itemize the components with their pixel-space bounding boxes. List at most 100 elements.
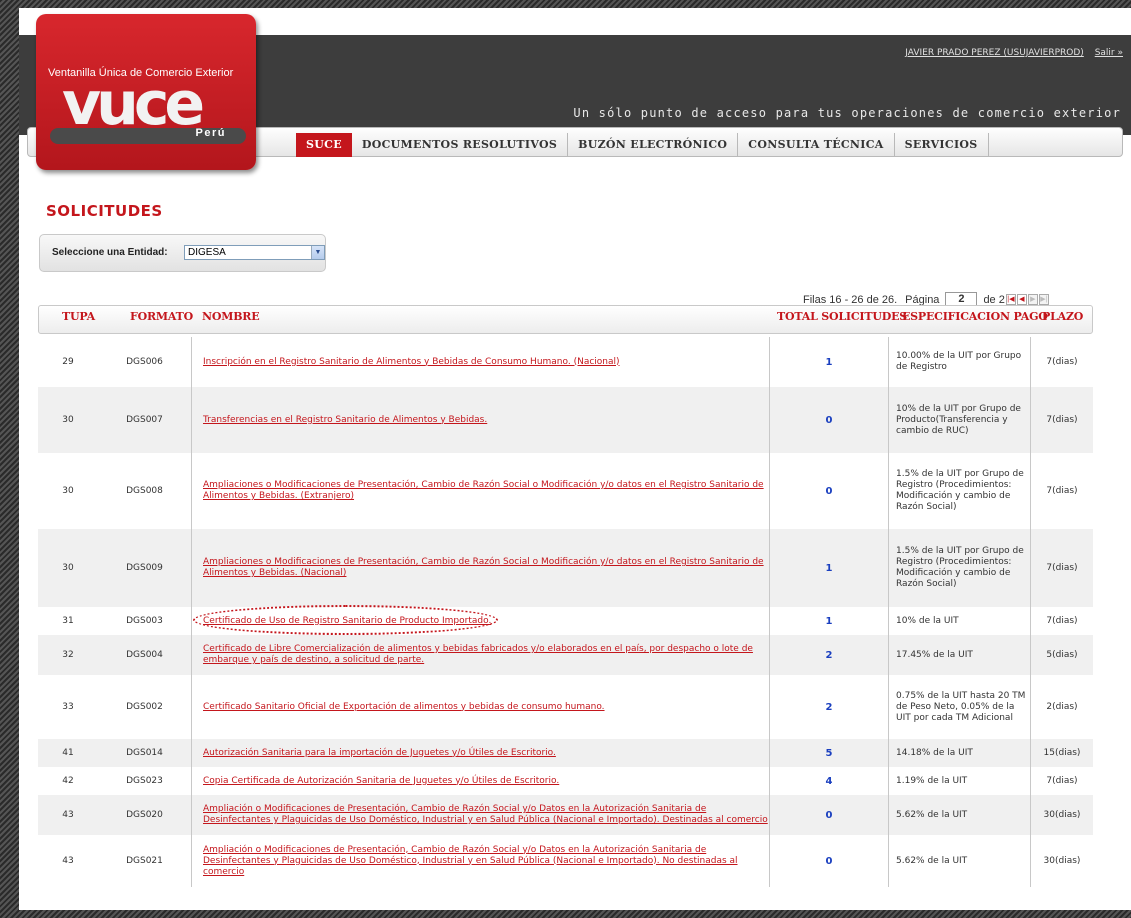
request-link[interactable]: Autorización Sanitaria para la importaci… xyxy=(203,748,556,759)
cell-spec: 1.19% de la UIT xyxy=(896,775,968,786)
user-links: JAVIER PRADO PEREZ (USUJAVIERPROD) Salir… xyxy=(905,48,1123,58)
cell-total: 0 xyxy=(769,835,889,887)
pager-page-label: Página xyxy=(905,293,940,306)
cell-tupa: 31 xyxy=(62,616,74,626)
cell-nombre: Certificado de Libre Comercialización de… xyxy=(203,635,768,675)
cell-plazo: 2(dias) xyxy=(1030,675,1093,739)
cell-nombre: Ampliaciones o Modificaciones de Present… xyxy=(203,453,768,529)
cell-nombre: Certificado de Uso de Registro Sanitario… xyxy=(203,607,768,635)
nav-item-buzon-electronico[interactable]: BUZÓN ELECTRÓNICO xyxy=(568,133,739,157)
nav-item-consulta-tecnica[interactable]: CONSULTA TÉCNICA xyxy=(738,133,895,157)
cell-tupa: 30 xyxy=(62,486,74,496)
col-header-tupa[interactable]: TUPA xyxy=(62,310,95,323)
cell-tupa: 33 xyxy=(62,702,74,712)
table-row: 42 DGS023 Copia Certificada de Autorizac… xyxy=(38,767,1093,795)
table-row: 30 DGS008 Ampliaciones o Modificaciones … xyxy=(38,453,1093,529)
requests-table: 29 DGS006 Inscripción en el Registro San… xyxy=(38,337,1093,887)
col-header-plazo[interactable]: PLAZO xyxy=(1042,310,1083,323)
cell-spec: 10% de la UIT por Grupo de Producto(Tran… xyxy=(896,403,1021,436)
cell-nombre: Ampliación o Modificaciones de Presentac… xyxy=(203,795,768,835)
cell-nombre: Inscripción en el Registro Sanitario de … xyxy=(203,337,768,387)
page-title: SOLICITUDES xyxy=(46,202,163,220)
request-link[interactable]: Ampliaciones o Modificaciones de Present… xyxy=(203,480,768,502)
nav-item-servicios[interactable]: SERVICIOS xyxy=(895,133,989,157)
col-header-nombre[interactable]: NOMBRE xyxy=(202,310,260,323)
header-tagline: Un sólo punto de acceso para tus operaci… xyxy=(573,106,1121,120)
vuce-logo[interactable]: Ventanilla Única de Comercio Exterior vu… xyxy=(36,14,256,170)
first-page-icon[interactable]: |◀ xyxy=(1005,294,1016,305)
cell-total: 1 xyxy=(769,529,889,607)
cell-spec: 1.5% de la UIT por Grupo de Registro (Pr… xyxy=(896,546,1024,589)
cell-total: 5 xyxy=(769,739,889,767)
cell-formato: DGS007 xyxy=(98,387,192,453)
main-nav: SUCE DOCUMENTOS RESOLUTIVOS BUZÓN ELECTR… xyxy=(296,133,989,157)
prev-page-icon[interactable]: ◀ xyxy=(1016,294,1027,305)
cell-nombre: Autorización Sanitaria para la importaci… xyxy=(203,739,768,767)
table-row: 30 DGS009 Ampliaciones o Modificaciones … xyxy=(38,529,1093,607)
cell-total: 4 xyxy=(769,767,889,795)
cell-total: 2 xyxy=(769,675,889,739)
table-row: 41 DGS014 Autorización Sanitaria para la… xyxy=(38,739,1093,767)
cell-plazo: 7(dias) xyxy=(1030,607,1093,635)
nav-item-documentos-resolutivos[interactable]: DOCUMENTOS RESOLUTIVOS xyxy=(352,133,569,157)
request-link[interactable]: Ampliaciones o Modificaciones de Present… xyxy=(203,557,768,579)
cell-plazo: 15(dias) xyxy=(1030,739,1093,767)
cell-tupa: 30 xyxy=(62,415,74,425)
chevron-down-icon[interactable]: ▼ xyxy=(311,246,324,259)
cell-tupa: 29 xyxy=(62,357,74,367)
cell-spec: 5.62% de la UIT xyxy=(896,809,968,820)
cell-total: 1 xyxy=(769,607,889,635)
cell-total: 0 xyxy=(769,387,889,453)
cell-formato: DGS023 xyxy=(98,767,192,795)
table-row: 43 DGS020 Ampliación o Modificaciones de… xyxy=(38,795,1093,835)
last-page-icon[interactable]: ▶| xyxy=(1038,294,1049,305)
request-link[interactable]: Ampliación o Modificaciones de Presentac… xyxy=(203,845,768,878)
entity-filter-label: Seleccione una Entidad: xyxy=(52,247,168,258)
cell-nombre: Transferencias en el Registro Sanitario … xyxy=(203,387,768,453)
cell-nombre: Copia Certificada de Autorización Sanita… xyxy=(203,767,768,795)
col-header-total[interactable]: TOTAL SOLICITUDES xyxy=(777,310,907,323)
logo-wordmark: vuce xyxy=(62,69,205,139)
cell-formato: DGS014 xyxy=(98,739,192,767)
pager-total-text: de 2 xyxy=(983,293,1005,306)
cell-formato: DGS008 xyxy=(98,453,192,529)
request-link[interactable]: Inscripción en el Registro Sanitario de … xyxy=(203,357,620,368)
table-row: 43 DGS021 Ampliación o Modificaciones de… xyxy=(38,835,1093,887)
cell-plazo: 5(dias) xyxy=(1030,635,1093,675)
pager-rows-text: Filas 16 - 26 de 26. xyxy=(803,293,898,306)
cell-formato: DGS003 xyxy=(98,607,192,635)
col-header-especificacion[interactable]: ESPECIFICACION PAGO xyxy=(902,310,1048,323)
cell-plazo: 30(dias) xyxy=(1030,795,1093,835)
cell-plazo: 7(dias) xyxy=(1030,337,1093,387)
logout-link[interactable]: Salir » xyxy=(1095,48,1123,58)
cell-spec: 1.5% de la UIT por Grupo de Registro (Pr… xyxy=(896,469,1024,512)
table-row: 31 DGS003 Certificado de Uso de Registro… xyxy=(38,607,1093,635)
request-link[interactable]: Copia Certificada de Autorización Sanita… xyxy=(203,776,559,787)
col-header-formato[interactable]: FORMATO xyxy=(130,310,193,323)
entity-filter-panel: Seleccione una Entidad: DIGESA ▼ xyxy=(39,234,326,272)
cell-spec: 5.62% de la UIT xyxy=(896,855,968,866)
table-row: 33 DGS002 Certificado Sanitario Oficial … xyxy=(38,675,1093,739)
next-page-icon[interactable]: ▶ xyxy=(1027,294,1038,305)
cell-tupa: 41 xyxy=(62,748,74,758)
cell-nombre: Ampliación o Modificaciones de Presentac… xyxy=(203,835,768,887)
cell-spec: 0.75% de la UIT hasta 20 TM de Peso Neto… xyxy=(896,690,1026,723)
cell-plazo: 7(dias) xyxy=(1030,529,1093,607)
cell-plazo: 30(dias) xyxy=(1030,835,1093,887)
request-link[interactable]: Certificado de Uso de Registro Sanitario… xyxy=(203,616,491,627)
request-link[interactable]: Ampliación o Modificaciones de Presentac… xyxy=(203,804,768,826)
request-link[interactable]: Certificado de Libre Comercialización de… xyxy=(203,644,768,666)
cell-plazo: 7(dias) xyxy=(1030,387,1093,453)
entity-select[interactable]: DIGESA ▼ xyxy=(184,245,325,260)
table-row: 29 DGS006 Inscripción en el Registro San… xyxy=(38,337,1093,387)
cell-tupa: 30 xyxy=(62,563,74,573)
cell-formato: DGS020 xyxy=(98,795,192,835)
cell-formato: DGS021 xyxy=(98,835,192,887)
nav-item-suce[interactable]: SUCE xyxy=(296,133,352,157)
user-account-link[interactable]: JAVIER PRADO PEREZ (USUJAVIERPROD) xyxy=(905,48,1084,58)
cell-spec: 10% de la UIT xyxy=(896,615,959,626)
cell-plazo: 7(dias) xyxy=(1030,453,1093,529)
request-link[interactable]: Certificado Sanitario Oficial de Exporta… xyxy=(203,702,605,713)
table-row: 30 DGS007 Transferencias en el Registro … xyxy=(38,387,1093,453)
request-link[interactable]: Transferencias en el Registro Sanitario … xyxy=(203,415,487,426)
